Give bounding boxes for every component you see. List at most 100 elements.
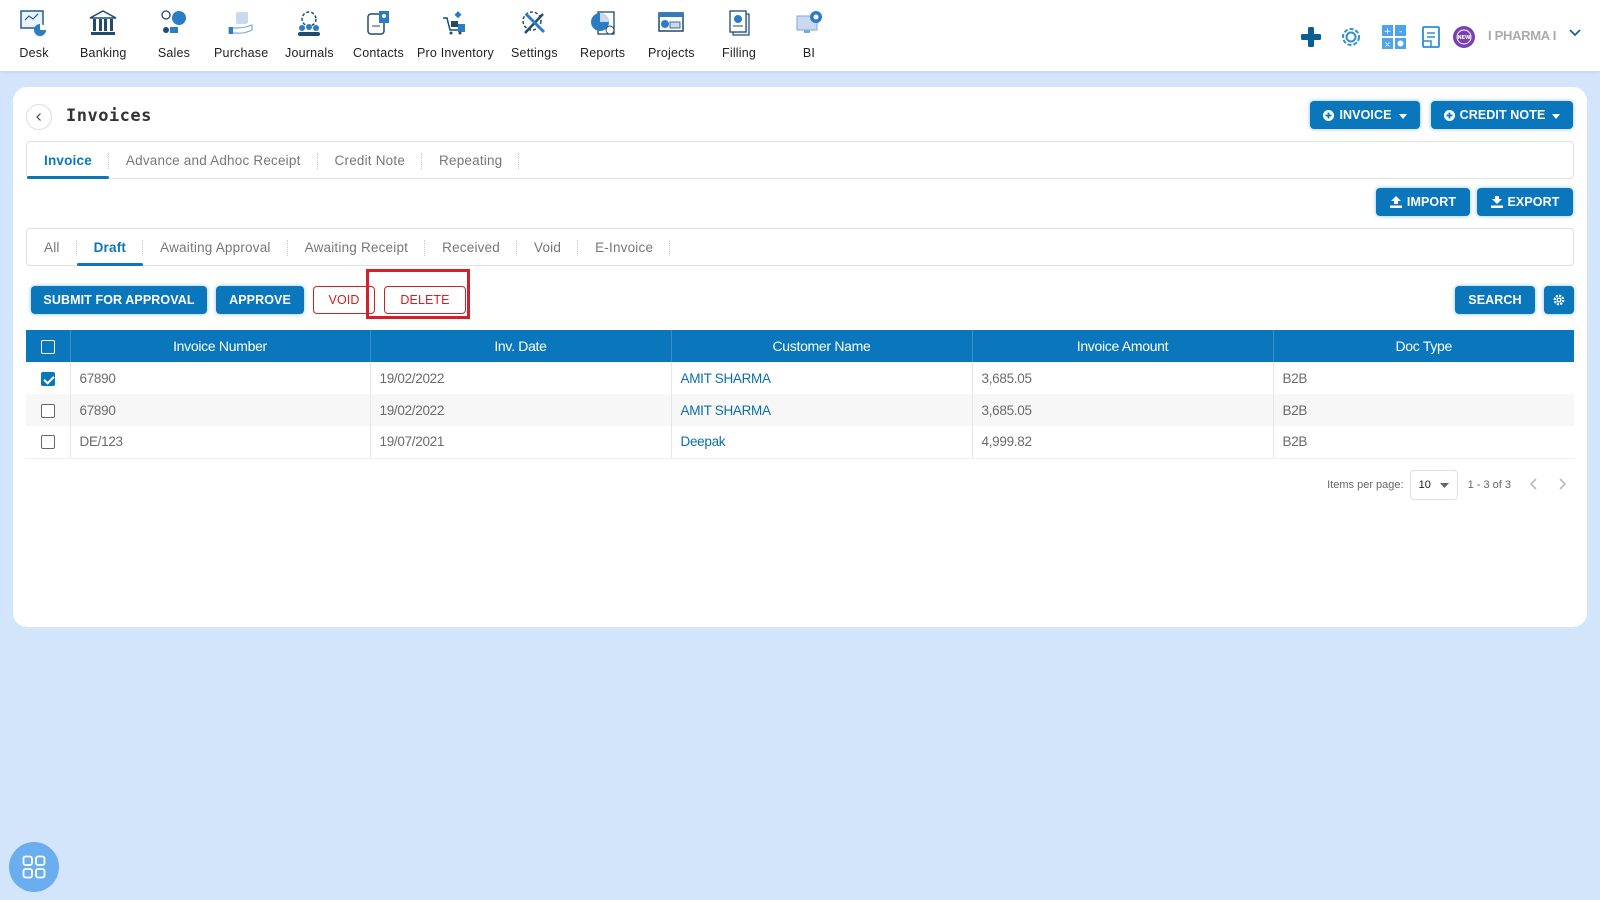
sales-icon bbox=[157, 6, 191, 40]
nav-filling[interactable]: Filling bbox=[722, 6, 756, 60]
add-button[interactable] bbox=[1300, 22, 1322, 52]
tab-credit-note[interactable]: Credit Note bbox=[318, 142, 423, 178]
contacts-icon bbox=[361, 6, 395, 40]
clipboard-icon bbox=[1422, 26, 1440, 48]
caret-down-icon bbox=[1552, 108, 1561, 122]
invoices-table: Invoice Number Inv. Date Customer Name I… bbox=[26, 330, 1574, 459]
invoice-number-cell: DE/123 bbox=[70, 426, 371, 459]
nav-contacts[interactable]: Contacts bbox=[353, 6, 404, 60]
invoice-type-tabs: Invoice Advance and Adhoc Receipt Credit… bbox=[26, 141, 1574, 179]
chevron-left-icon bbox=[36, 113, 41, 121]
previous-page-button[interactable] bbox=[1529, 475, 1539, 496]
tab-e-invoice[interactable]: E-Invoice bbox=[578, 229, 671, 265]
projects-icon bbox=[654, 6, 688, 40]
row-checkbox[interactable] bbox=[40, 403, 55, 418]
row-checkbox[interactable] bbox=[40, 371, 55, 386]
notes-button[interactable] bbox=[1421, 22, 1441, 52]
table-row[interactable]: 67890 19/02/2022 AMIT SHARMA 3,685.05 B2… bbox=[26, 362, 1574, 394]
journals-icon bbox=[292, 6, 326, 40]
nav-journals[interactable]: Journals bbox=[285, 6, 334, 60]
invoice-date-cell: 19/02/2022 bbox=[370, 394, 672, 426]
approve-button[interactable]: APPROVE bbox=[216, 286, 304, 314]
new-invoice-dropdown-button[interactable]: INVOICE bbox=[1310, 101, 1420, 129]
table-row[interactable]: DE/123 19/07/2021 Deepak 4,999.82 B2B bbox=[26, 426, 1574, 459]
invoices-card: Invoices INVOICE CREDIT NOTE Invoice Adv… bbox=[13, 87, 1587, 627]
invoice-date-cell: 19/07/2021 bbox=[370, 426, 672, 459]
invoice-number-cell: 67890 bbox=[70, 362, 371, 394]
plus-icon bbox=[1301, 27, 1321, 47]
svg-text:+: + bbox=[1384, 27, 1392, 37]
customer-name-link[interactable]: AMIT SHARMA bbox=[671, 394, 973, 426]
export-button[interactable]: EXPORT bbox=[1477, 188, 1573, 216]
column-header-doc-type[interactable]: Doc Type bbox=[1273, 330, 1574, 362]
new-credit-note-dropdown-button[interactable]: CREDIT NOTE bbox=[1431, 101, 1573, 129]
company-name[interactable]: I PHARMA I bbox=[1488, 28, 1556, 43]
nav-desk[interactable]: Desk bbox=[17, 6, 51, 60]
svg-text:-: - bbox=[1399, 27, 1402, 37]
inventory-icon bbox=[438, 6, 472, 40]
invoice-amount-cell: 4,999.82 bbox=[972, 426, 1274, 459]
purchase-icon bbox=[224, 6, 258, 40]
column-header-invoice-amount[interactable]: Invoice Amount bbox=[972, 330, 1274, 362]
tab-awaiting-approval[interactable]: Awaiting Approval bbox=[143, 229, 289, 265]
search-button[interactable]: SEARCH bbox=[1455, 286, 1535, 314]
tab-invoice[interactable]: Invoice bbox=[27, 142, 109, 179]
column-header-invoice-number[interactable]: Invoice Number bbox=[70, 330, 371, 362]
new-features-badge[interactable]: NEW bbox=[1452, 22, 1476, 52]
bi-icon bbox=[792, 6, 826, 40]
plus-circle-icon bbox=[1323, 109, 1335, 121]
select-all-checkbox[interactable] bbox=[40, 340, 55, 355]
chevron-right-icon bbox=[1559, 477, 1567, 490]
paginator: Items per page: 10 1 - 3 of 3 bbox=[1327, 470, 1567, 500]
tab-void[interactable]: Void bbox=[517, 229, 579, 265]
delete-button[interactable]: DELETE bbox=[384, 286, 466, 314]
tab-draft[interactable]: Draft bbox=[76, 229, 144, 266]
doc-type-cell: B2B bbox=[1282, 370, 1308, 386]
customer-name-link[interactable]: Deepak bbox=[671, 426, 973, 459]
nav-settings[interactable]: Settings bbox=[511, 6, 558, 60]
desk-icon bbox=[17, 6, 51, 40]
filling-icon bbox=[722, 6, 756, 40]
top-navigation: Desk Banking Sales Purchase Journals Con… bbox=[0, 0, 1600, 71]
nav-sales[interactable]: Sales bbox=[157, 6, 191, 60]
bank-icon bbox=[86, 6, 120, 40]
new-badge-icon: NEW bbox=[1453, 26, 1475, 48]
nav-purchase[interactable]: Purchase bbox=[214, 6, 268, 60]
caret-down-icon bbox=[1439, 482, 1449, 488]
nav-reports[interactable]: Reports bbox=[580, 6, 625, 60]
items-per-page-select[interactable]: 10 bbox=[1409, 470, 1458, 500]
svg-text:×: × bbox=[1384, 40, 1391, 49]
calculator-button[interactable]: + - × bbox=[1382, 22, 1406, 52]
back-button[interactable] bbox=[26, 104, 52, 130]
tab-received[interactable]: Received bbox=[425, 229, 517, 265]
plus-circle-icon bbox=[1443, 109, 1455, 121]
table-settings-button[interactable] bbox=[1544, 286, 1574, 314]
settings-tools-icon bbox=[517, 6, 551, 40]
void-button[interactable]: VOID bbox=[313, 286, 375, 314]
column-header-inv-date[interactable]: Inv. Date bbox=[370, 330, 672, 362]
customer-name-link[interactable]: AMIT SHARMA bbox=[671, 362, 973, 394]
chevron-left-icon bbox=[1529, 477, 1537, 490]
nav-pro-inventory[interactable]: Pro Inventory bbox=[417, 6, 494, 60]
submit-for-approval-button[interactable]: SUBMIT FOR APPROVAL bbox=[31, 286, 207, 314]
reports-icon bbox=[586, 6, 620, 40]
settings-button[interactable] bbox=[1338, 22, 1364, 52]
table-header-row: Invoice Number Inv. Date Customer Name I… bbox=[26, 330, 1574, 362]
tab-advance-adhoc-receipt[interactable]: Advance and Adhoc Receipt bbox=[109, 142, 318, 178]
invoice-status-tabs: All Draft Awaiting Approval Awaiting Rec… bbox=[26, 228, 1574, 266]
nav-bi[interactable]: BI bbox=[792, 6, 826, 60]
nav-banking[interactable]: Banking bbox=[80, 6, 127, 60]
row-checkbox[interactable] bbox=[40, 435, 55, 450]
tab-repeating[interactable]: Repeating bbox=[422, 142, 520, 178]
app-menu-fab[interactable] bbox=[9, 842, 59, 892]
tab-all[interactable]: All bbox=[27, 229, 77, 265]
next-page-button[interactable] bbox=[1557, 475, 1567, 496]
company-dropdown-toggle[interactable] bbox=[1568, 26, 1582, 45]
table-row[interactable]: 67890 19/02/2022 AMIT SHARMA 3,685.05 B2… bbox=[26, 394, 1574, 426]
import-button[interactable]: IMPORT bbox=[1376, 188, 1470, 216]
column-header-customer-name[interactable]: Customer Name bbox=[671, 330, 973, 362]
tab-awaiting-receipt[interactable]: Awaiting Receipt bbox=[288, 229, 426, 265]
doc-type-cell: B2B bbox=[1273, 394, 1574, 426]
nav-projects[interactable]: Projects bbox=[648, 6, 695, 60]
invoice-date-cell: 19/02/2022 bbox=[370, 362, 672, 394]
